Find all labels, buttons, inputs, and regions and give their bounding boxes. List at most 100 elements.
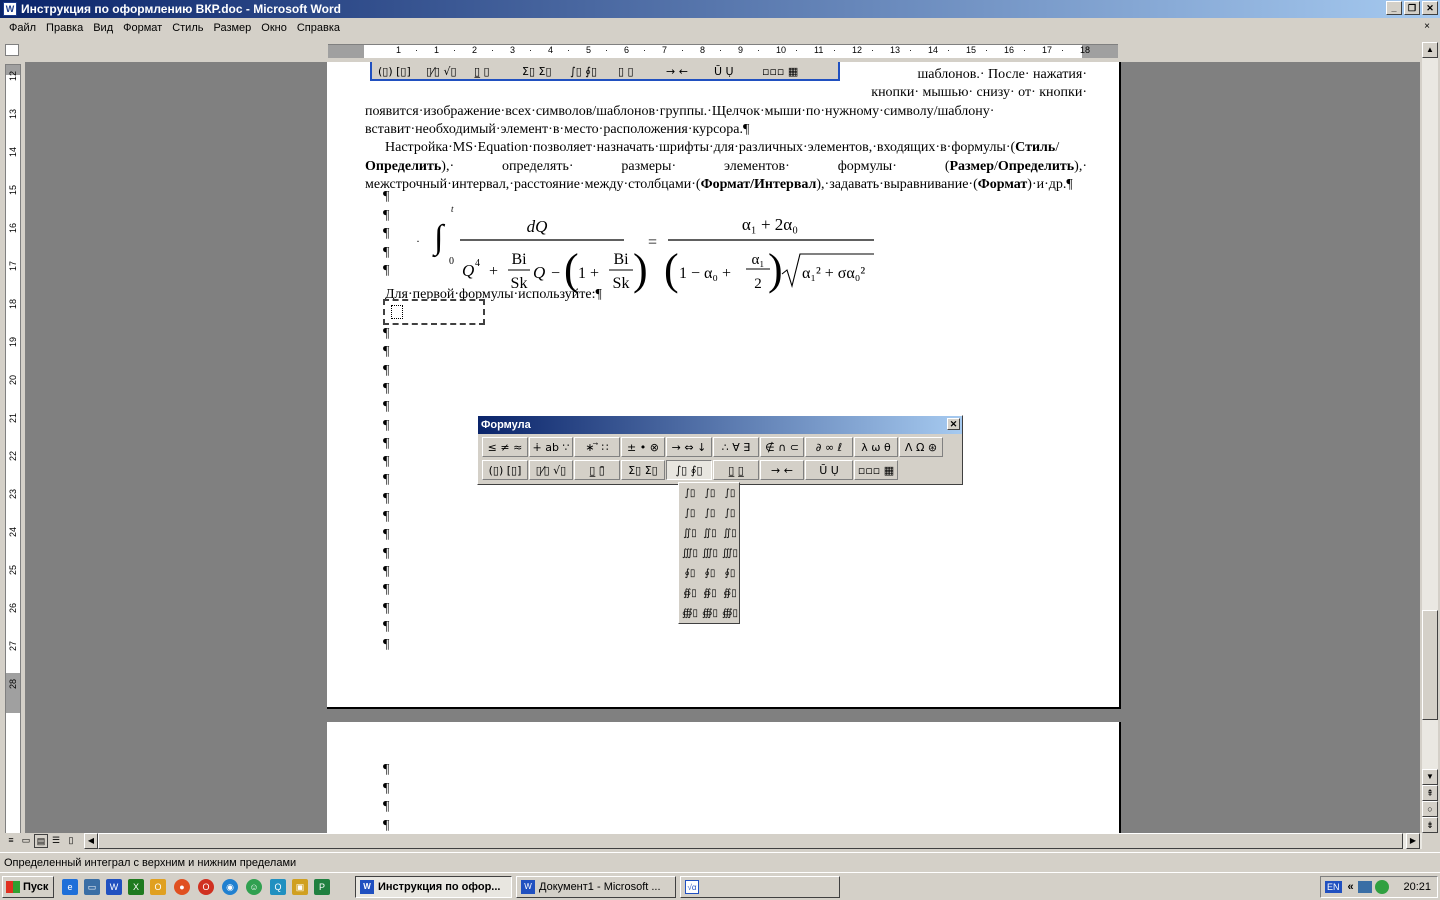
menu-style[interactable]: Стиль bbox=[167, 22, 208, 34]
vertical-ruler[interactable]: 12 13 14 15 16 17 18 19 20 21 22 23 24 25 26 27 28 bbox=[5, 64, 21, 834]
integral-template-cell[interactable]: ∮▯ bbox=[721, 565, 739, 583]
tray-expand-chevron[interactable]: « bbox=[1348, 881, 1354, 893]
menu-help[interactable]: Справка bbox=[292, 22, 345, 34]
integral-template-cell[interactable]: ∫▯ bbox=[721, 505, 739, 523]
vertical-scroll-thumb[interactable] bbox=[1422, 610, 1438, 720]
menu-format[interactable]: Формат bbox=[118, 22, 167, 34]
language-indicator[interactable]: EN bbox=[1325, 881, 1342, 893]
task-equation-editor[interactable]: √α bbox=[680, 876, 840, 898]
integral-template-cell[interactable]: ∰▯ bbox=[721, 605, 739, 623]
template-palette-button[interactable]: ▯⁄▯ √▯ bbox=[529, 460, 573, 480]
template-palette-button[interactable]: Ū Ụ bbox=[805, 460, 853, 480]
integral-template-cell[interactable]: ∫▯ bbox=[701, 505, 719, 523]
integral-template-cell[interactable]: ∬▯ bbox=[681, 525, 699, 543]
start-button[interactable]: Пуск bbox=[2, 876, 54, 898]
template-palette-button[interactable]: (▯) [▯] bbox=[482, 460, 528, 480]
outlook-icon[interactable]: O bbox=[150, 879, 166, 895]
ie-icon[interactable]: e bbox=[62, 879, 78, 895]
antivirus-tray-icon[interactable] bbox=[1374, 880, 1389, 894]
symbol-palette-button[interactable]: ∗ ⃗ ∷ bbox=[574, 437, 620, 457]
menu-window[interactable]: Окно bbox=[256, 22, 292, 34]
scroll-up-button[interactable]: ▲ bbox=[1422, 42, 1438, 58]
symbol-palette-button[interactable]: ∔ ab ∵ bbox=[529, 437, 573, 457]
task-instruction-doc[interactable]: W Инструкция по офор... bbox=[355, 876, 512, 898]
menu-edit[interactable]: Правка bbox=[41, 22, 88, 34]
prev-page-button[interactable]: ⇞ bbox=[1422, 785, 1438, 801]
formula-toolbar[interactable]: Формула ✕ ≤ ≠ ≈ ∔ ab ∵ ∗ ⃗ ∷ ± • ⊗ → ⇔ ↓ ∴ ∀ … bbox=[477, 415, 963, 485]
menu-view[interactable]: Вид bbox=[88, 22, 118, 34]
integral-template-cell[interactable]: ∮▯ bbox=[681, 565, 699, 583]
next-page-button[interactable]: ⇟ bbox=[1422, 817, 1438, 833]
reading-view-icon[interactable]: ▯ bbox=[64, 834, 78, 848]
template-palette-button[interactable]: Σ▯ Σ▯ bbox=[621, 460, 665, 480]
scroll-left-button[interactable]: ◀ bbox=[84, 833, 98, 849]
integral-template-cell[interactable]: ∯▯ bbox=[721, 585, 739, 603]
template-palette-button[interactable]: ▯̲ ▯̲ bbox=[713, 460, 759, 480]
menu-file[interactable]: Файл bbox=[4, 22, 41, 34]
tab-selector[interactable] bbox=[5, 44, 19, 56]
task-document1[interactable]: W Документ1 - Microsoft ... bbox=[516, 876, 676, 898]
symbol-palette-button[interactable]: ∴ ∀ ∃ bbox=[713, 437, 759, 457]
integral-template-cell[interactable]: ∭▯ bbox=[701, 545, 719, 563]
template-palette-button[interactable]: ▯̲ ▯̄ bbox=[574, 460, 620, 480]
normal-view-icon[interactable]: ≡ bbox=[4, 834, 18, 848]
embedded-toolbar-image[interactable]: ═ · ═ · ═ · · ═ · ═ · ═ · · ═ · ═ · ═ · … bbox=[370, 62, 840, 81]
formula-toolbar-title[interactable]: Формула ✕ bbox=[478, 416, 962, 434]
template-palette-button[interactable]: ▫▫▫ ▦ bbox=[854, 460, 898, 480]
page-2[interactable]: ¶ ¶ ¶ ¶ bbox=[327, 722, 1121, 833]
folder-icon[interactable]: ▣ bbox=[292, 879, 308, 895]
opera-icon[interactable]: O bbox=[198, 879, 214, 895]
select-browse-object-button[interactable]: ○ bbox=[1422, 801, 1438, 817]
scroll-right-button[interactable]: ▶ bbox=[1406, 833, 1420, 849]
symbol-palette-button[interactable]: ∉ ∩ ⊂ bbox=[760, 437, 804, 457]
formula-toolbar-close-icon[interactable]: ✕ bbox=[947, 418, 960, 430]
network-tray-icon[interactable] bbox=[1357, 881, 1372, 893]
symbol-palette-button[interactable]: Λ Ω ⊛ bbox=[899, 437, 943, 457]
messenger-icon[interactable]: ☺ bbox=[246, 879, 262, 895]
word-app-icon[interactable]: W bbox=[3, 2, 17, 16]
document-close-icon[interactable]: × bbox=[1420, 21, 1434, 34]
search-icon[interactable]: Q bbox=[270, 879, 286, 895]
network-icon[interactable]: ◉ bbox=[222, 879, 238, 895]
print-layout-icon[interactable]: ▤ bbox=[34, 834, 48, 848]
symbol-palette-button[interactable]: λ ω θ bbox=[854, 437, 898, 457]
word-icon[interactable]: W bbox=[106, 879, 122, 895]
integral-template-cell[interactable]: ∮▯ bbox=[701, 565, 719, 583]
scroll-down-button[interactable]: ▼ bbox=[1422, 769, 1438, 785]
web-view-icon[interactable]: ▭ bbox=[19, 834, 33, 848]
restore-button[interactable]: ❐ bbox=[1404, 1, 1420, 15]
formula-object[interactable]: · ∫ t 0 dQ Q 4 + Bi Sk Q − ( 1 + Bi Sk ) bbox=[412, 200, 882, 294]
symbol-palette-button[interactable]: ± • ⊗ bbox=[621, 437, 665, 457]
integral-template-cell[interactable]: ∯▯ bbox=[681, 585, 699, 603]
integral-template-cell[interactable]: ∬▯ bbox=[721, 525, 739, 543]
integral-template-cell[interactable]: ∫▯ bbox=[701, 485, 719, 503]
vertical-scrollbar[interactable]: ▲ ▼ ⇞ ○ ⇟ bbox=[1422, 42, 1438, 833]
close-button[interactable]: ✕ bbox=[1422, 1, 1438, 15]
integral-template-cell[interactable]: ∰▯ bbox=[701, 605, 719, 623]
excel-icon[interactable]: X bbox=[128, 879, 144, 895]
publisher-icon[interactable]: P bbox=[314, 879, 330, 895]
firefox-icon[interactable]: ● bbox=[174, 879, 190, 895]
integral-template-cell[interactable]: ∯▯ bbox=[701, 585, 719, 603]
equation-slot[interactable] bbox=[391, 305, 403, 319]
minimize-button[interactable]: _ bbox=[1386, 1, 1402, 15]
integral-template-cell[interactable]: ∭▯ bbox=[721, 545, 739, 563]
symbol-palette-button[interactable]: ≤ ≠ ≈ bbox=[482, 437, 528, 457]
integral-templates-button[interactable]: ∫▯ ∮▯ bbox=[666, 460, 712, 480]
symbol-palette-button[interactable]: ∂ ∞ ℓ bbox=[805, 437, 853, 457]
horizontal-scroll-thumb[interactable] bbox=[98, 833, 1403, 849]
integral-template-cell[interactable]: ∫▯ bbox=[721, 485, 739, 503]
integral-template-cell[interactable]: ∭▯ bbox=[681, 545, 699, 563]
integral-template-cell[interactable]: ∬▯ bbox=[701, 525, 719, 543]
horizontal-scrollbar[interactable]: ◀ ▶ bbox=[84, 833, 1422, 849]
horizontal-ruler[interactable]: 1 · 1 · 2 · 3 · 4 · 5 · 6 · 7 · 8 · 9 · 10 · 11 · 12 · 13 · 14 · 15 · 16… bbox=[0, 40, 1440, 60]
integral-template-cell[interactable]: ∫▯ bbox=[681, 485, 699, 503]
menu-size[interactable]: Размер bbox=[208, 22, 256, 34]
symbol-palette-button[interactable]: → ⇔ ↓ bbox=[666, 437, 712, 457]
outline-view-icon[interactable]: ☰ bbox=[49, 834, 63, 848]
equation-edit-box[interactable] bbox=[383, 299, 485, 325]
template-palette-button[interactable]: → ← bbox=[760, 460, 804, 480]
integral-template-cell[interactable]: ∰▯ bbox=[681, 605, 699, 623]
integral-templates-palette[interactable]: ∫▯ ∫▯ ∫▯ ∫▯ ∫▯ ∫▯ ∬▯ ∬▯ ∬▯ ∭▯ ∭▯ ∭▯ ∮▯ ∮▯ ∮▯ ∯▯ ∯▯ ∯▯ ∰▯ ∰▯… bbox=[678, 482, 740, 624]
integral-template-cell[interactable]: ∫▯ bbox=[681, 505, 699, 523]
